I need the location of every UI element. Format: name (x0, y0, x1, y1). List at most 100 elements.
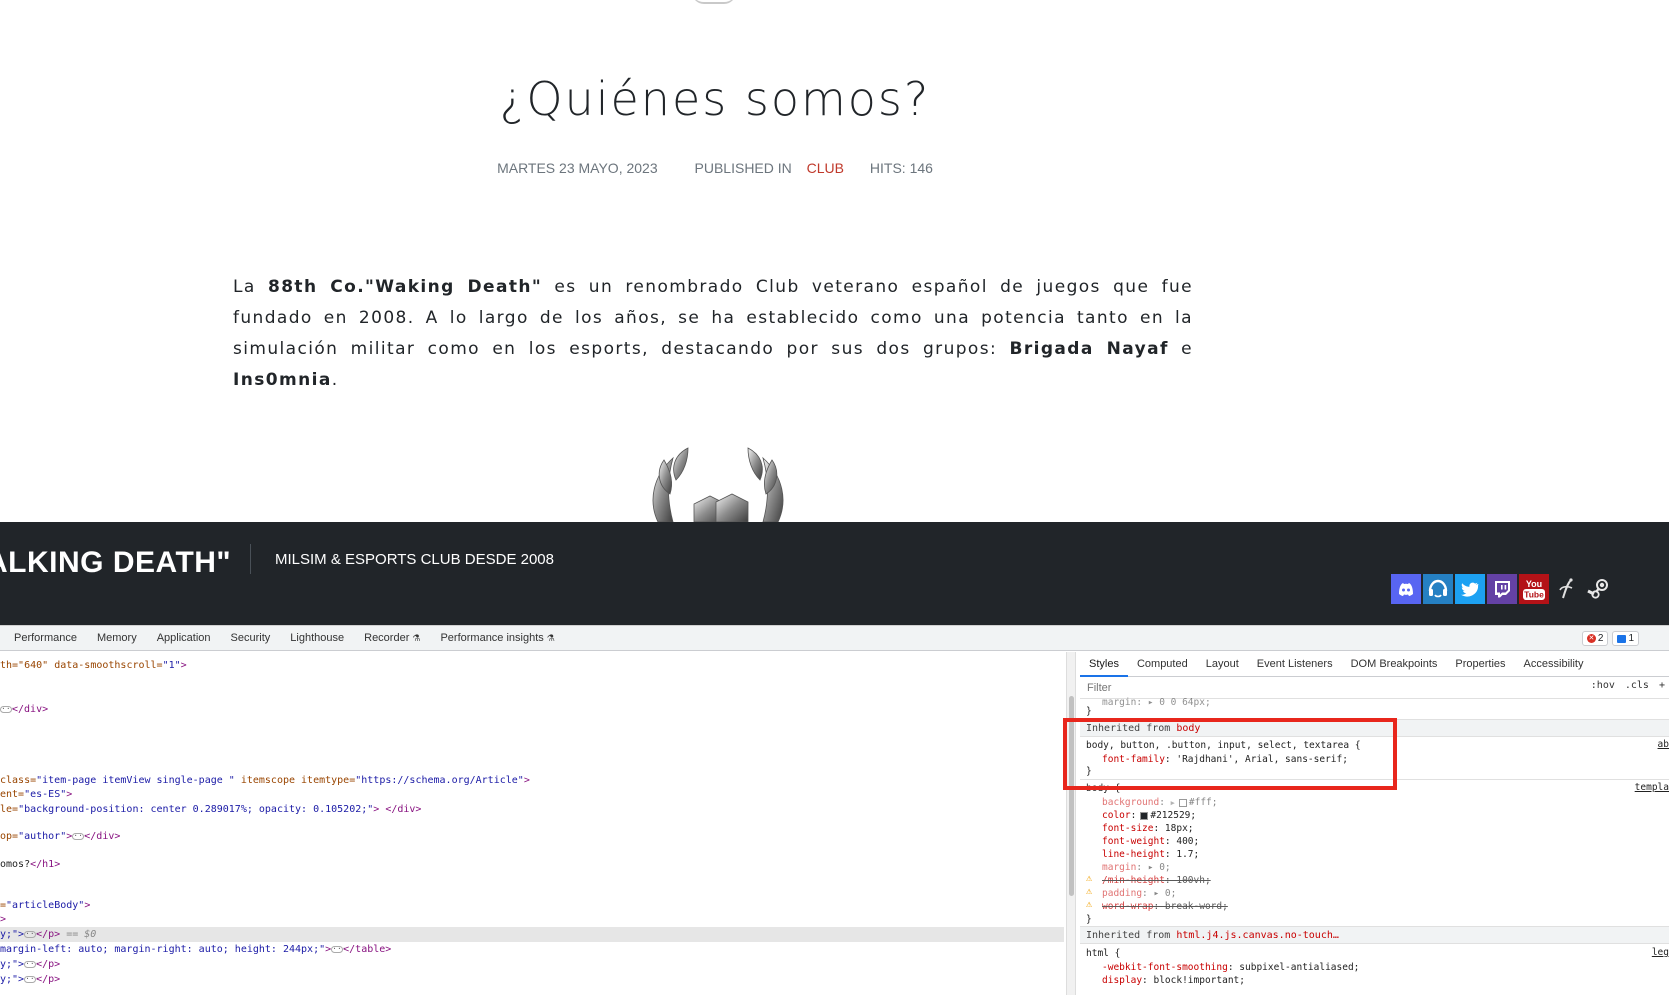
tab-recorder[interactable]: Recorder ⚗ (354, 632, 430, 644)
rule-close: } (1086, 914, 1092, 925)
dom-node[interactable]: le="background-position: center 0.289017… (0, 802, 421, 817)
dom-node[interactable]: > (0, 912, 6, 927)
dom-node[interactable]: omos?</h1> (0, 857, 60, 872)
tab-properties[interactable]: Properties (1446, 652, 1514, 677)
dom-node[interactable]: op="author">···</div> (0, 829, 120, 844)
decl-font-smoothing[interactable]: -webkit-font-smoothing: subpixel-antiali… (1102, 961, 1359, 974)
dom-node[interactable]: ="articleBody"> (0, 898, 90, 913)
ellipsis-icon[interactable]: ··· (24, 974, 40, 983)
article-title: ¿Quiénes somos? (499, 72, 931, 126)
tag: > (180, 660, 187, 671)
decl-font-size[interactable]: font-size: 18px; (1102, 822, 1194, 835)
devtools-tab-bar: Performance Memory Application Security … (0, 626, 1669, 651)
tab-performance[interactable]: Performance (0, 632, 87, 644)
body-text: e (1168, 339, 1193, 359)
tab-label: Performance insights (440, 632, 544, 644)
teamspeak-icon[interactable] (1423, 574, 1453, 604)
dom-node[interactable]: margin-left: auto; margin-right: auto; h… (0, 942, 391, 957)
attr-value: "background-position: center 0.289017%; … (18, 804, 374, 815)
ellipsis-icon[interactable]: ··· (24, 959, 40, 968)
category-link[interactable]: CLUB (807, 160, 844, 176)
article-meta: MARTES 23 MAYO, 2023 PUBLISHED IN CLUB H… (0, 160, 1430, 176)
add-rule-button[interactable]: + (1659, 680, 1665, 691)
styles-filter-input[interactable] (1087, 681, 1387, 694)
tag: </table> (343, 944, 392, 955)
tab-application[interactable]: Application (147, 632, 221, 644)
decl-font-weight[interactable]: font-weight: 400; (1102, 835, 1199, 848)
meta-category: PUBLISHED IN CLUB (684, 160, 845, 176)
decl-margin[interactable]: margin: ▸ 0; (1102, 861, 1171, 874)
decl-padding[interactable]: padding: ▸ 0; (1102, 887, 1176, 900)
twitter-icon[interactable] (1455, 574, 1485, 604)
tab-computed[interactable]: Computed (1128, 652, 1197, 677)
cls-button[interactable]: .cls (1625, 680, 1649, 691)
rule1-source-link[interactable]: ab (1658, 739, 1669, 750)
expand-triangle-icon[interactable]: ▶ (1171, 799, 1175, 807)
rule2-source-link[interactable]: templa (1635, 782, 1669, 793)
twitch-icon[interactable] (1487, 574, 1517, 604)
tag: </div> (84, 831, 121, 842)
elements-tree: th="640" data-smoothscroll="1"> ···</div… (0, 652, 1064, 995)
dom-node[interactable]: th="640" data-smoothscroll="1"> (0, 658, 187, 673)
css-property: color (1102, 810, 1131, 821)
dom-node-selected[interactable]: y;">···</p> == $0 (0, 927, 1064, 942)
tab-performance-insights[interactable]: Performance insights ⚗ (430, 632, 564, 644)
steam-workshop-icon[interactable] (1551, 574, 1581, 604)
message-icon (1617, 634, 1627, 643)
dom-node[interactable]: ···</div> (0, 702, 48, 717)
decl-background[interactable]: background: ▶ #fff; (1102, 796, 1217, 809)
tab-label: Security (230, 632, 271, 644)
rule3-selector[interactable]: html { (1086, 947, 1120, 960)
prev-rule-margin: margin: ▸ 0 0 64px; (1102, 697, 1211, 708)
steam-icon[interactable] (1583, 574, 1613, 604)
tab-event-listeners[interactable]: Event Listeners (1248, 652, 1342, 677)
dom-node[interactable]: ent="es-ES"> (0, 787, 72, 802)
tab-dom-breakpoints[interactable]: DOM Breakpoints (1342, 652, 1447, 677)
tab-security[interactable]: Security (221, 632, 281, 644)
color-swatch[interactable] (1140, 811, 1149, 820)
dom-node[interactable]: y;">···</p> (0, 957, 60, 972)
tab-layout[interactable]: Layout (1197, 652, 1248, 677)
inherited-label: Inherited from (1086, 930, 1171, 941)
ellipsis-icon[interactable]: ··· (0, 704, 15, 713)
dom-node[interactable]: y;">···</p> (0, 972, 60, 987)
tag: </h1> (30, 859, 61, 870)
club-emblem (652, 447, 784, 522)
ellipsis-icon[interactable]: ··· (72, 831, 88, 840)
dom-node[interactable]: class="item-page itemView single-page " … (0, 773, 530, 788)
tab-accessibility[interactable]: Accessibility (1515, 652, 1593, 677)
rule3-source-link[interactable]: leg (1652, 947, 1669, 958)
attr: th="640" (0, 660, 49, 671)
tag: </p> (36, 929, 61, 940)
youtube-icon[interactable]: You Tube (1519, 574, 1549, 604)
css-value: : ▸ 0; (1142, 888, 1177, 899)
social-icons: You Tube (1391, 574, 1613, 604)
youtube-label-bottom: Tube (1524, 590, 1544, 600)
elements-scrollbar[interactable] (1066, 652, 1076, 995)
ellipsis-icon[interactable]: ··· (24, 929, 40, 938)
brand-divider (250, 544, 251, 574)
site-header-strip: ALKING DEATH" MILSIM & ESPORTS CLUB DESD… (0, 522, 1669, 625)
ellipsis-icon[interactable]: ··· (331, 944, 347, 953)
warning-icon: ⚠ (1086, 899, 1093, 910)
tab-styles[interactable]: Styles (1080, 652, 1128, 677)
tab-label: Application (156, 632, 211, 644)
decl-display[interactable]: display: block!important; (1102, 974, 1245, 987)
tab-memory[interactable]: Memory (87, 632, 147, 644)
discord-icon[interactable] (1391, 574, 1421, 604)
site-brand[interactable]: ALKING DEATH" (0, 546, 231, 580)
decl-min-height[interactable]: /min-height: 100vh; (1102, 874, 1211, 887)
attr-value: "item-page itemView single-page " (36, 775, 235, 786)
filter-tools: :hov .cls + (1591, 680, 1665, 691)
decl-color[interactable]: color: #212529; (1102, 809, 1196, 822)
color-swatch[interactable] (1178, 798, 1187, 807)
error-badge[interactable]: ✕ 2 (1581, 631, 1609, 646)
css-property: -webkit-font-smoothing (1102, 962, 1228, 973)
message-badge[interactable]: 1 (1612, 631, 1639, 646)
tab-lighthouse[interactable]: Lighthouse (280, 632, 354, 644)
decl-line-height[interactable]: line-height: 1.7; (1102, 848, 1199, 861)
decl-word-wrap[interactable]: word-wrap: break-word; (1102, 900, 1228, 913)
inherited-source[interactable]: html.j4.js.canvas.no-touch… (1176, 930, 1339, 941)
hov-button[interactable]: :hov (1591, 680, 1615, 691)
attr-value: "es-ES" (24, 789, 67, 800)
